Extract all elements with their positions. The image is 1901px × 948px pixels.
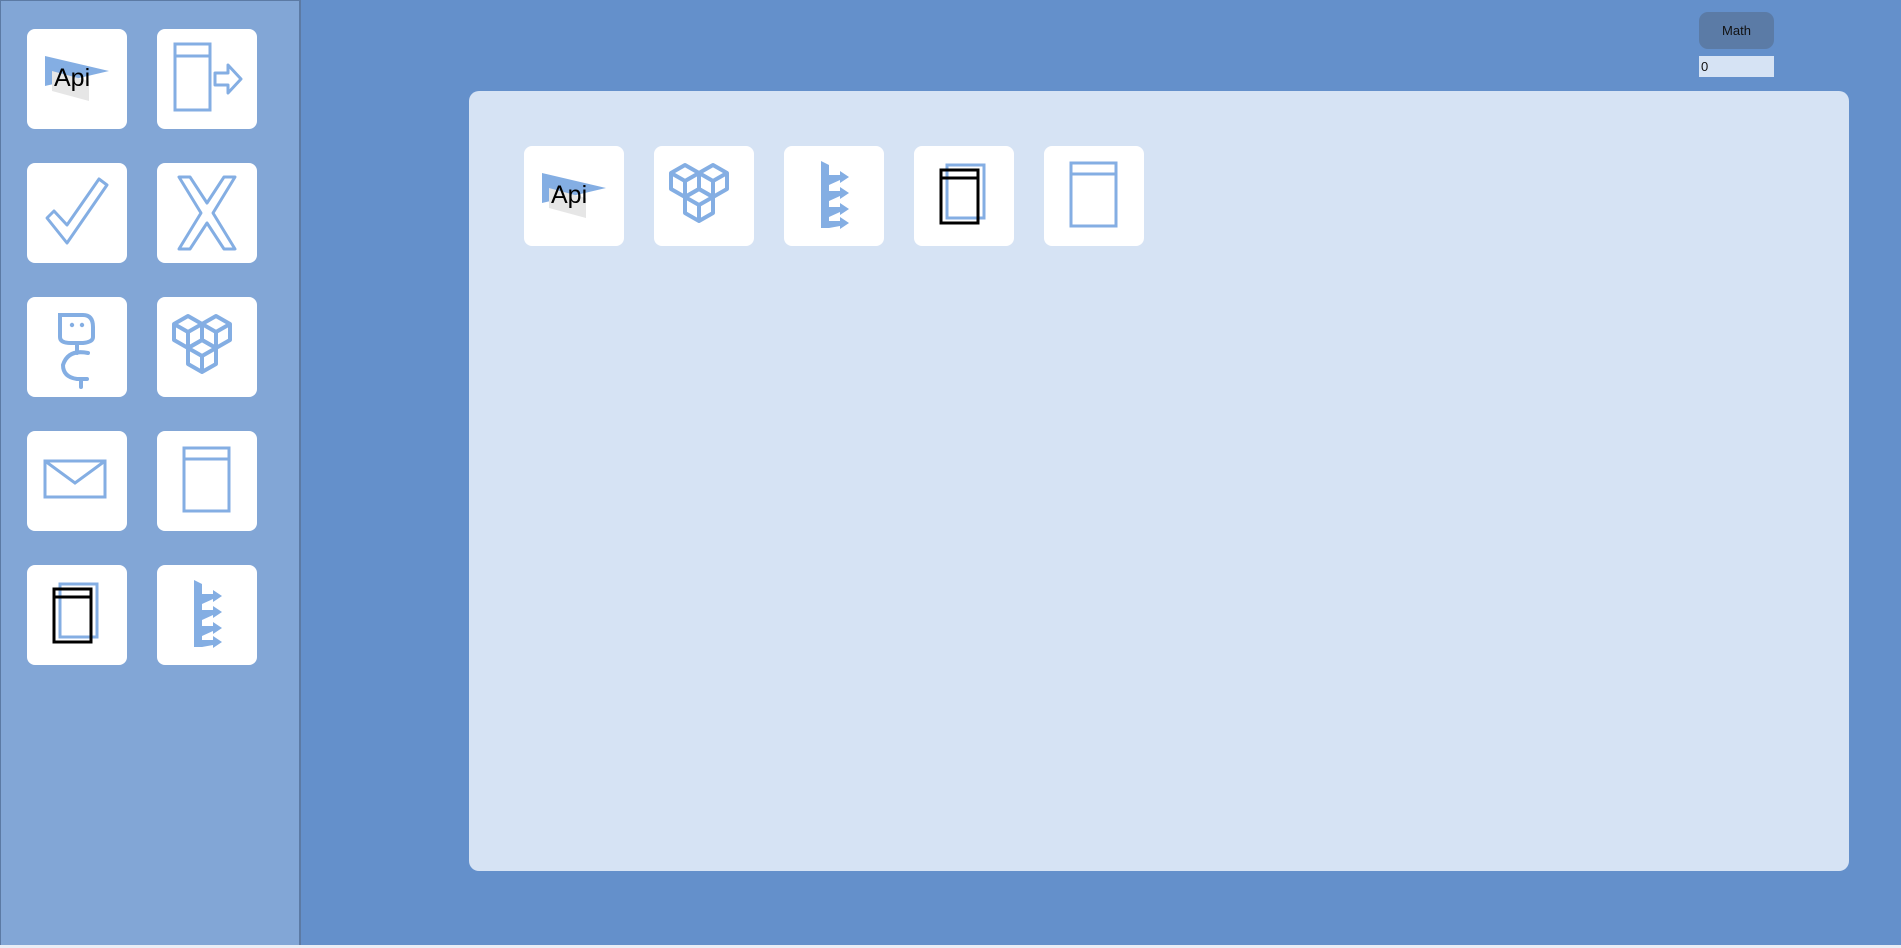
svg-text:Api: Api <box>551 181 587 209</box>
svg-text:Api: Api <box>54 64 90 92</box>
envelope-icon <box>43 459 107 499</box>
palette-multi-arrow-tile[interactable] <box>157 565 257 665</box>
palette-api-tile[interactable]: Api <box>27 29 127 129</box>
multi-arrow-icon <box>821 161 849 229</box>
palette-cross-tile[interactable] <box>157 163 257 263</box>
cubes-icon <box>172 314 232 374</box>
checkmark-icon <box>45 177 109 245</box>
plug-connector-icon <box>58 313 95 389</box>
page-icon <box>182 446 231 513</box>
canvas-stacked-pages-node[interactable] <box>914 146 1014 246</box>
diagram-canvas[interactable]: Api <box>469 91 1849 871</box>
page-arrow-icon <box>173 42 243 112</box>
canvas-cubes-node[interactable] <box>654 146 754 246</box>
canvas-page-node[interactable] <box>1044 146 1144 246</box>
palette-connector-tile[interactable] <box>27 297 127 397</box>
palette-stacked-pages-tile[interactable] <box>27 565 127 665</box>
palette-check-tile[interactable] <box>27 163 127 263</box>
math-button[interactable]: Math <box>1699 12 1774 49</box>
palette-page-tile[interactable] <box>157 431 257 531</box>
palette-sidebar: Api <box>0 0 301 945</box>
palette-cubes-tile[interactable] <box>157 297 257 397</box>
canvas-multi-arrow-node[interactable] <box>784 146 884 246</box>
cubes-icon <box>669 163 729 223</box>
stacked-pages-icon <box>52 582 99 644</box>
stacked-pages-icon <box>939 163 986 225</box>
page-icon <box>1069 161 1118 228</box>
math-value-input[interactable] <box>1699 56 1774 77</box>
api-icon: Api <box>45 56 109 101</box>
cross-icon <box>177 175 237 251</box>
palette-page-arrow-tile[interactable] <box>157 29 257 129</box>
multi-arrow-icon <box>194 580 222 648</box>
api-icon: Api <box>542 173 606 218</box>
palette-email-tile[interactable] <box>27 431 127 531</box>
canvas-api-node[interactable]: Api <box>524 146 624 246</box>
